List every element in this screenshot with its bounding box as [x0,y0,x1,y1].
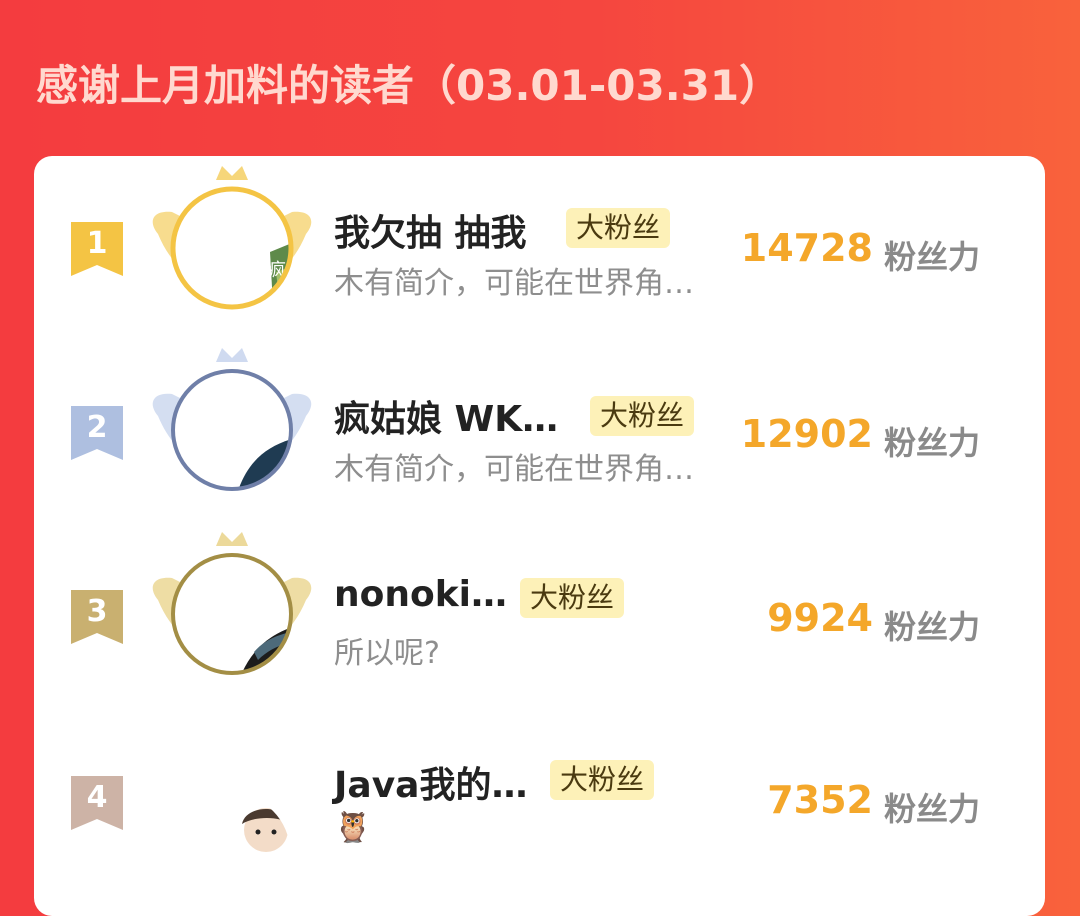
avatar[interactable] [144,712,320,872]
rank-ribbon-icon: 3 [71,590,123,644]
user-name[interactable]: nonoki… [334,574,507,615]
fan-score-unit: 粉丝力 [884,790,981,828]
fan-score: 9924 [767,596,873,640]
fan-score-unit: 粉丝力 [884,608,981,646]
user-name[interactable]: Java我的… [334,756,527,808]
fan-level-badge: 大粉丝 [590,396,695,436]
leaderboard-row-1[interactable]: 1 疯啦 我欠抽 抽我 大粉丝 木有简介，可能在世界角… 14728 粉丝力 [34,156,1045,336]
user-bio: 所以呢? [334,636,440,671]
rank-number: 1 [86,226,108,261]
rank-ribbon-icon: 2 [71,406,123,460]
rank-number: 2 [86,410,108,445]
fan-score: 12902 [740,412,873,456]
rank-number: 4 [86,780,108,815]
user-bio: 木有简介，可能在世界角… [334,452,694,487]
page-title: 感谢上月加料的读者（03.01-03.31） [36,61,782,110]
user-name[interactable]: 我欠抽 抽我 [334,204,527,256]
avatar[interactable] [144,344,320,504]
avatar[interactable]: 疯啦 [144,162,320,322]
fan-level-badge: 大粉丝 [520,578,625,618]
leaderboard-row-2[interactable]: 2 疯姑娘 WK… 大粉丝 木有简介，可能在世界角… 12902 粉丝力 [34,342,1045,522]
avatar[interactable] [144,528,320,688]
fan-score: 7352 [767,778,873,822]
rank-number: 3 [86,594,108,629]
user-bio: 木有简介，可能在世界角… [334,266,694,301]
leaderboard-row-3[interactable]: 3 nonoki… 大粉丝 所以呢? 9924 粉丝力 [34,528,1045,708]
fan-score-unit: 粉丝力 [884,238,981,276]
fan-score-unit: 粉丝力 [884,424,981,462]
fan-level-badge: 大粉丝 [550,760,655,800]
leaderboard-card: 1 疯啦 我欠抽 抽我 大粉丝 木有简介，可能在世界角… 14728 粉丝力 2… [34,156,1045,916]
user-name[interactable]: 疯姑娘 WK… [334,390,558,442]
fan-score: 14728 [740,226,873,270]
rank-ribbon-icon: 4 [71,776,123,830]
user-bio: 🦉 [334,810,372,845]
rank-ribbon-icon: 1 [71,222,123,276]
leaderboard-row-4[interactable]: 4 Java我的… 大粉丝 🦉 7352 粉丝力 [34,712,1045,892]
fan-level-badge: 大粉丝 [566,208,671,248]
